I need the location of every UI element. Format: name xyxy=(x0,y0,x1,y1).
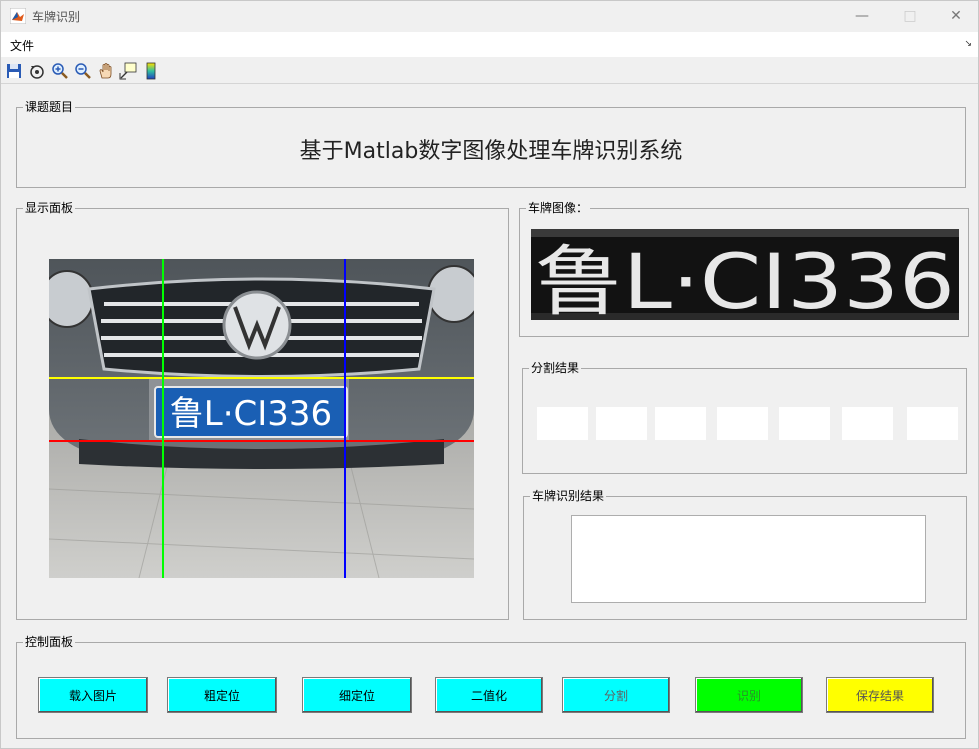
colorbar-icon[interactable] xyxy=(141,61,161,81)
recognition-result-box[interactable] xyxy=(571,515,926,603)
segment-button[interactable]: 分割 xyxy=(562,677,670,713)
window-title: 车牌识别 xyxy=(32,10,81,24)
fine-locate-button[interactable]: 细定位 xyxy=(302,677,412,713)
menu-file[interactable]: 文件 xyxy=(10,37,34,54)
segment-panel: 分割结果 xyxy=(522,361,967,474)
zoom-in-icon[interactable] xyxy=(50,61,70,81)
menu-bar: 文件 ↘ xyxy=(1,32,978,57)
zoom-out-icon[interactable] xyxy=(73,61,93,81)
topic-panel-label: 课题题目 xyxy=(23,100,76,114)
save-icon[interactable] xyxy=(4,61,24,81)
minimize-button[interactable]: — xyxy=(847,5,877,27)
segment-slot-6 xyxy=(842,407,893,440)
rotate-icon[interactable] xyxy=(27,61,47,81)
topic-panel: 课题题目 基于Matlab数字图像处理车牌识别系统 xyxy=(16,100,966,188)
plate-text: 鲁L·CI336 xyxy=(170,394,332,434)
right-headlight xyxy=(427,265,474,323)
title-bar: 车牌识别 — □ ✕ xyxy=(1,1,978,31)
load-image-button[interactable]: 载入图片 xyxy=(38,677,148,713)
recognition-panel-label: 车牌识别结果 xyxy=(530,489,607,503)
toolbar xyxy=(1,58,978,84)
plate-image-panel: 车牌图像： 鲁L·CI336 xyxy=(519,201,969,337)
data-cursor-icon[interactable] xyxy=(118,61,138,81)
control-panel-label: 控制面板 xyxy=(23,635,76,649)
maximize-button[interactable]: □ xyxy=(895,5,925,27)
coarse-locate-button[interactable]: 粗定位 xyxy=(167,677,277,713)
segment-slot-5 xyxy=(779,407,830,440)
plate-image-panel-label: 车牌图像： xyxy=(526,201,591,215)
left-headlight xyxy=(49,270,94,328)
binarize-button[interactable]: 二值化 xyxy=(435,677,543,713)
menu-expand-icon[interactable]: ↘ xyxy=(964,39,972,49)
segment-slot-7 xyxy=(907,407,958,440)
plate-crop-axes: 鲁L·CI336 xyxy=(531,229,959,320)
recognition-panel: 车牌识别结果 xyxy=(523,489,967,620)
segment-panel-label: 分割结果 xyxy=(529,361,582,375)
page-title: 基于Matlab数字图像处理车牌识别系统 xyxy=(299,139,683,164)
segment-slot-4 xyxy=(717,407,768,440)
plate-crop-text: 鲁L·CI336 xyxy=(535,237,955,320)
segment-slot-2 xyxy=(596,407,647,440)
close-button[interactable]: ✕ xyxy=(941,5,971,27)
car-photo-axes: 鲁L·CI336 xyxy=(49,259,474,578)
save-result-button[interactable]: 保存结果 xyxy=(826,677,934,713)
app-window: 车牌识别 — □ ✕ 文件 ↘ 课题题目 基于Matlab数字图像处理车牌识别系… xyxy=(0,0,979,749)
matlab-logo-icon xyxy=(10,8,26,24)
control-panel: 控制面板 载入图片 粗定位 细定位 二值化 分割 识别 保存结果 xyxy=(16,635,966,739)
display-panel: 显示面板 鲁L·CI336 xyxy=(16,201,509,620)
segment-slot-3 xyxy=(655,407,706,440)
segment-slot-1 xyxy=(537,407,588,440)
display-panel-label: 显示面板 xyxy=(23,201,76,215)
pan-icon[interactable] xyxy=(96,61,116,81)
recognize-button[interactable]: 识别 xyxy=(695,677,803,713)
